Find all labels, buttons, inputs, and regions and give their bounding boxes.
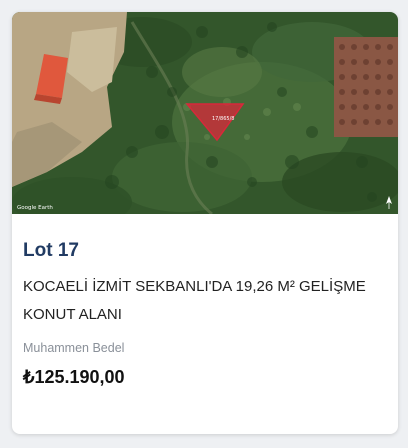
lot-title[interactable]: Lot 17 <box>23 240 79 262</box>
lot-card[interactable]: 17/865/8 Google Earth Lot 17 KOCAELİ İZM… <box>12 12 398 434</box>
satellite-image: 17/865/8 Google Earth <box>12 12 398 214</box>
price-value: ₺125.190,00 <box>23 367 125 387</box>
map-attribution: Google Earth <box>17 205 53 211</box>
estimated-value-label: Muhammen Bedel <box>23 341 125 355</box>
parcel-label: 17/865/8 <box>212 116 234 122</box>
satellite-map: 17/865/8 Google Earth <box>12 12 398 214</box>
lot-description: KOCAELİ İZMİT SEKBANLI'DA 19,26 M² GELİŞ… <box>23 278 366 323</box>
